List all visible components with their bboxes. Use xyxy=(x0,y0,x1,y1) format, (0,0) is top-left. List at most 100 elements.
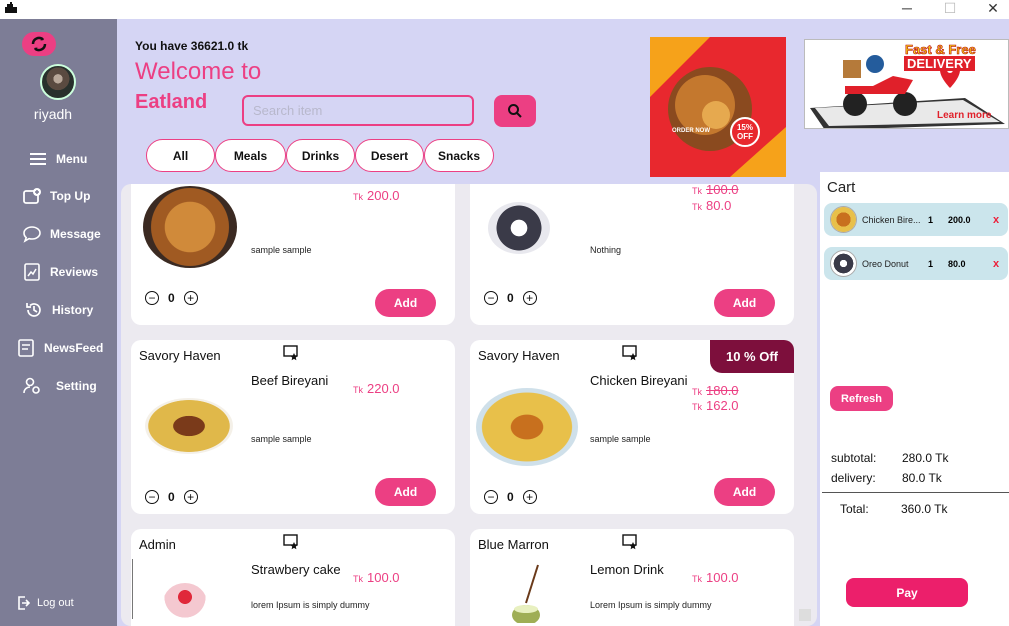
quantity-stepper: − 0 + xyxy=(484,291,537,305)
remove-item-button[interactable]: x xyxy=(993,258,999,270)
close-window-button[interactable]: ✕ xyxy=(976,0,1009,19)
product-image xyxy=(476,388,578,466)
cart-item-qty: 1 xyxy=(928,214,934,225)
category-all[interactable]: All xyxy=(146,139,215,172)
logout-icon xyxy=(18,596,30,610)
decrement-button[interactable]: − xyxy=(145,291,159,305)
category-drinks[interactable]: Drinks xyxy=(286,139,355,172)
scrollbar-corner[interactable] xyxy=(799,609,811,621)
refresh-logo-icon[interactable] xyxy=(22,32,56,56)
logout-button[interactable]: Log out xyxy=(17,596,74,610)
category-desert[interactable]: Desert xyxy=(355,139,424,172)
pay-button[interactable]: Pay xyxy=(846,578,968,607)
sidebar-item-reviews[interactable]: Reviews xyxy=(22,261,98,283)
increment-button[interactable]: + xyxy=(522,291,537,305)
product-description: sample sample xyxy=(590,434,651,444)
category-snacks[interactable]: Snacks xyxy=(424,139,494,172)
brand-title: Eatland xyxy=(135,91,208,113)
wallet-icon xyxy=(23,188,41,204)
product-old-price: Tk 100.0 xyxy=(692,184,739,197)
avatar[interactable] xyxy=(40,64,76,100)
decrement-button[interactable]: − xyxy=(484,490,498,504)
minimize-button[interactable]: ─ xyxy=(890,0,924,19)
product-card: Savory Haven 10 % Off Chicken Bireyani T… xyxy=(470,340,794,514)
maximize-button[interactable]: ☐ xyxy=(933,0,967,19)
product-card: Admin Strawbery cake Tk 100.0 lorem Ipsum… xyxy=(131,529,455,626)
quantity-value: 0 xyxy=(168,490,175,504)
product-image xyxy=(488,202,550,254)
sidebar-item-label: Setting xyxy=(56,379,97,393)
add-button[interactable]: Add xyxy=(375,478,436,506)
delivery-value: 80.0 Tk xyxy=(902,471,942,485)
add-button[interactable]: Add xyxy=(714,478,775,506)
increment-button[interactable]: + xyxy=(183,490,198,504)
welcome-text: Welcome to xyxy=(135,58,262,85)
logout-label: Log out xyxy=(37,597,74,609)
cart-item: Oreo Donut 1 80.0 x xyxy=(824,247,1008,280)
app-icon xyxy=(5,2,17,13)
title-bar: ─ ☐ ✕ xyxy=(0,0,1009,19)
sidebar-item-setting[interactable]: Setting xyxy=(22,375,97,397)
sidebar-item-message[interactable]: Message xyxy=(22,223,101,245)
quantity-stepper: − 0 + xyxy=(145,490,198,504)
sidebar-item-top-up[interactable]: Top Up xyxy=(22,185,90,207)
favorite-icon[interactable] xyxy=(283,345,299,361)
promo-banner[interactable]: ORDER NOW 15% OFF xyxy=(650,37,786,177)
sidebar-item-label: History xyxy=(52,303,94,317)
product-name: Chicken Bireyani xyxy=(590,373,688,388)
sidebar-item-label: Menu xyxy=(56,152,88,166)
cart-item: Chicken Bire... 1 200.0 x xyxy=(824,203,1008,236)
product-name: Beef Bireyani xyxy=(251,373,329,388)
review-icon xyxy=(24,263,40,281)
search-input[interactable] xyxy=(242,95,474,126)
cart-item-image xyxy=(830,206,857,233)
category-meals[interactable]: Meals xyxy=(215,139,286,172)
favorite-icon[interactable] xyxy=(622,345,638,361)
delivery-label: delivery: xyxy=(831,471,876,485)
subtotal-value: 280.0 Tk xyxy=(902,451,949,465)
discount-badge: 10 % Off xyxy=(710,340,794,373)
product-name: Lemon Drink xyxy=(590,562,664,577)
search-button[interactable] xyxy=(494,95,536,127)
restaurant-name: Savory Haven xyxy=(139,348,221,363)
product-card: Tk 200.0 sample sample − 0 + Add xyxy=(131,184,455,325)
product-image xyxy=(163,583,207,623)
refresh-button[interactable]: Refresh xyxy=(830,386,893,411)
product-grid: Tk 200.0 sample sample − 0 + Add Tk 100.0 … xyxy=(121,184,817,626)
favorite-icon[interactable] xyxy=(622,534,638,550)
cart-item-price: 80.0 xyxy=(948,258,966,269)
product-image xyxy=(145,398,233,454)
restaurant-name: Savory Haven xyxy=(478,348,560,363)
favorite-icon[interactable] xyxy=(283,534,299,550)
add-button[interactable]: Add xyxy=(375,289,436,317)
sidebar-item-newsfeed[interactable]: NewsFeed xyxy=(16,337,103,359)
product-description: sample sample xyxy=(251,245,312,255)
history-icon xyxy=(26,303,41,317)
decrement-button[interactable]: − xyxy=(484,291,498,305)
sidebar-item-history[interactable]: History xyxy=(24,299,93,321)
sidebar: riyadh Menu Top Up Message Reviews Histo… xyxy=(0,19,117,626)
restaurant-name: Blue Marron xyxy=(478,537,549,552)
learn-more-link[interactable]: Learn more xyxy=(937,110,991,121)
total-label: Total: xyxy=(840,502,869,516)
delivery-banner[interactable]: Fast & Free DELIVERY Learn more xyxy=(804,39,1009,129)
increment-button[interactable]: + xyxy=(183,291,198,305)
decrement-button[interactable]: − xyxy=(145,490,159,504)
product-card: Tk 100.0 Tk 80.0 Nothing − 0 + Add xyxy=(470,184,794,325)
cart-item-name: Chicken Bire... xyxy=(862,214,921,225)
product-price: Tk 100.0 xyxy=(353,570,400,585)
cart-item-qty: 1 xyxy=(928,258,934,269)
restaurant-name: Admin xyxy=(139,537,176,552)
product-description: Lorem Ipsum is simply dummy xyxy=(590,600,712,610)
hamburger-icon xyxy=(30,153,46,165)
balance-text: You have 36621.0 tk xyxy=(135,39,249,53)
product-price: Tk 80.0 xyxy=(692,198,732,213)
product-card: Savory Haven Beef Bireyani Tk 220.0 sampl… xyxy=(131,340,455,514)
product-old-price: Tk 180.0 xyxy=(692,383,739,398)
increment-button[interactable]: + xyxy=(522,490,537,504)
sidebar-item-label: Reviews xyxy=(50,265,99,279)
sidebar-item-menu[interactable]: Menu xyxy=(28,148,87,170)
cart-item-name: Oreo Donut xyxy=(862,258,909,269)
remove-item-button[interactable]: x xyxy=(993,214,999,226)
add-button[interactable]: Add xyxy=(714,289,775,317)
